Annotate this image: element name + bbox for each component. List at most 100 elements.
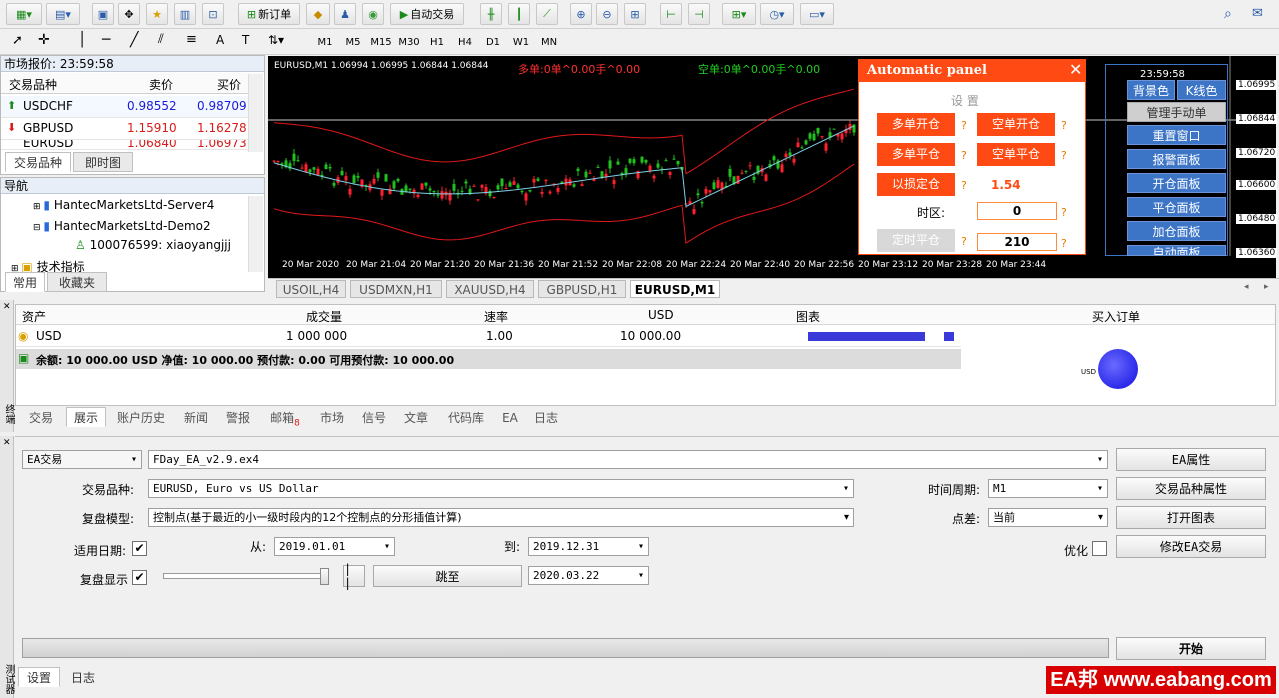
- open-chart-button[interactable]: 打开图表: [1116, 506, 1266, 529]
- market-row[interactable]: ⬆ USDCHF 0.98552 0.98709: [1, 96, 263, 118]
- tab-tick-chart[interactable]: 即时图: [73, 152, 133, 172]
- header-cell[interactable]: 图表: [796, 308, 820, 325]
- close-icon[interactable]: ✕: [1069, 60, 1082, 79]
- timeframe-m15-button[interactable]: M15: [368, 33, 394, 51]
- timeframe-h4-button[interactable]: H4: [452, 33, 478, 51]
- horizontal-line-icon[interactable]: ─: [102, 32, 110, 48]
- text-label-icon[interactable]: T: [242, 33, 249, 47]
- chart-tab[interactable]: XAUUSD,H4: [446, 280, 534, 298]
- signals-button[interactable]: ◉: [362, 3, 384, 25]
- ea-properties-button[interactable]: EA属性: [1116, 448, 1266, 471]
- new-order-button[interactable]: ⊞ 新订单: [238, 3, 300, 25]
- terminal-tab[interactable]: 文章: [396, 407, 436, 427]
- market-row[interactable]: EURUSD 1.06840 1.06973: [1, 140, 263, 150]
- symbol-select[interactable]: EURUSD, Euro vs US Dollar: [148, 479, 854, 498]
- timed-input[interactable]: 210: [977, 233, 1057, 251]
- people-button[interactable]: ♟: [334, 3, 356, 25]
- terminal-tab[interactable]: 新闻: [176, 407, 216, 427]
- text-icon[interactable]: A: [216, 33, 224, 47]
- timeframe-d1-button[interactable]: D1: [480, 33, 506, 51]
- slider-handle[interactable]: [320, 568, 329, 585]
- auto-panel-button[interactable]: 自动面板: [1127, 245, 1226, 256]
- use-date-checkbox[interactable]: ✔: [132, 541, 147, 556]
- timeframe-w1-button[interactable]: W1: [508, 33, 534, 51]
- jump-date-input[interactable]: 2020.03.22: [528, 566, 649, 585]
- arrow-icon[interactable]: ⇅▾: [268, 33, 284, 47]
- terminal-tab[interactable]: 展示: [66, 407, 106, 427]
- manage-manual-button[interactable]: 管理手动单: [1127, 102, 1226, 122]
- start-button[interactable]: 开始: [1116, 637, 1266, 660]
- add-panel-button[interactable]: 加仓面板: [1127, 221, 1226, 241]
- visual-checkbox[interactable]: ✔: [132, 570, 147, 585]
- sell-close-button[interactable]: 空单平仓: [977, 143, 1055, 166]
- tab-favorites[interactable]: 收藏夹: [47, 272, 107, 292]
- model-select[interactable]: 控制点(基于最近的小一级时段内的12个控制点的分形插值计算): [148, 508, 854, 527]
- bar-chart-button[interactable]: ╫: [480, 3, 502, 25]
- header-cell[interactable]: 资产: [22, 308, 46, 325]
- profiles-button[interactable]: ▤▾: [46, 3, 80, 25]
- help-icon[interactable]: ?: [1061, 206, 1067, 219]
- buy-close-button[interactable]: 多单平仓: [877, 143, 955, 166]
- header-cell[interactable]: USD: [648, 308, 674, 322]
- terminal-tab[interactable]: 警报: [218, 407, 258, 427]
- help-icon[interactable]: ?: [1061, 119, 1067, 132]
- period-select[interactable]: M1: [988, 479, 1108, 498]
- channel-icon[interactable]: ⫽: [158, 32, 164, 47]
- close-panel-button[interactable]: 平仓面板: [1127, 197, 1226, 217]
- market-watch-scrollbar[interactable]: [248, 74, 263, 152]
- navigator-scrollbar[interactable]: [248, 196, 263, 272]
- tab-common[interactable]: 常用: [5, 272, 45, 292]
- help-icon[interactable]: ?: [961, 235, 967, 248]
- chart-tab[interactable]: USDMXN,H1: [350, 280, 442, 298]
- spread-select[interactable]: 当前: [988, 508, 1108, 527]
- tree-item-server4[interactable]: ⊞ ▮ HantecMarketsLtd-Server4: [33, 198, 214, 212]
- buy-open-button[interactable]: 多单开仓: [877, 113, 955, 136]
- help-icon[interactable]: ?: [961, 119, 967, 132]
- terminal-tab[interactable]: 账户历史: [108, 407, 174, 427]
- data-window-button[interactable]: ✥: [118, 3, 140, 25]
- timed-close-button[interactable]: 定时平仓: [877, 229, 955, 252]
- ea-type-select[interactable]: EA交易: [22, 450, 142, 469]
- jump-button[interactable]: 跳至: [373, 565, 522, 587]
- metaeditor-button[interactable]: ◆: [306, 3, 330, 25]
- chat-icon[interactable]: ✉: [1252, 6, 1263, 21]
- templates-button[interactable]: ▭▾: [800, 3, 834, 25]
- col-symbol[interactable]: 交易品种: [9, 76, 57, 93]
- zoom-out-button[interactable]: ⊖: [596, 3, 618, 25]
- timeframe-m1-button[interactable]: M1: [312, 33, 338, 51]
- timeframe-mn-button[interactable]: MN: [536, 33, 562, 51]
- zoom-in-button[interactable]: ⊕: [570, 3, 592, 25]
- tabs-scroll-left-icon[interactable]: ◂: [1244, 282, 1249, 292]
- loss-close-button[interactable]: 以损定仓: [877, 173, 955, 196]
- market-row[interactable]: ⬇ GBPUSD 1.15910 1.16278: [1, 118, 263, 140]
- timezone-input[interactable]: 0: [977, 202, 1057, 220]
- sell-open-button[interactable]: 空单开仓: [977, 113, 1055, 136]
- chart-tab[interactable]: USOIL,H4: [276, 280, 346, 298]
- chart-shift-button[interactable]: ⊣: [688, 3, 710, 25]
- terminal-tab[interactable]: 市场: [312, 407, 352, 427]
- table-row[interactable]: ◉ USD 1 000 000 1.00 10 000.00: [16, 326, 961, 347]
- reset-window-button[interactable]: 重置窗口: [1127, 125, 1226, 145]
- chart-tab-active[interactable]: EURUSD,M1: [630, 280, 720, 298]
- header-cell[interactable]: 买入订单: [1092, 308, 1140, 325]
- terminal-tab[interactable]: EA: [496, 407, 524, 427]
- help-icon[interactable]: ?: [961, 179, 967, 192]
- open-panel-button[interactable]: 开仓面板: [1127, 173, 1226, 193]
- tabs-scroll-right-icon[interactable]: ▸: [1264, 282, 1269, 292]
- terminal-tab[interactable]: 日志: [526, 407, 566, 427]
- trend-line-icon[interactable]: ╱: [130, 32, 138, 48]
- optimize-checkbox[interactable]: [1092, 541, 1107, 556]
- auto-scroll-button[interactable]: ⊢: [660, 3, 682, 25]
- timeframe-m5-button[interactable]: M5: [340, 33, 366, 51]
- symbol-properties-button[interactable]: 交易品种属性: [1116, 477, 1266, 500]
- k-color-button[interactable]: K线色: [1177, 80, 1226, 100]
- navigator-button[interactable]: ★: [146, 3, 168, 25]
- terminal-tab[interactable]: 邮箱8: [260, 407, 310, 428]
- header-cell[interactable]: 成交量: [306, 308, 342, 325]
- line-chart-button[interactable]: ⟋: [536, 3, 558, 25]
- close-icon[interactable]: ✕: [3, 438, 11, 448]
- vertical-line-icon[interactable]: │: [78, 32, 86, 48]
- from-date-input[interactable]: 2019.01.01: [274, 537, 395, 556]
- to-date-input[interactable]: 2019.12.31: [528, 537, 649, 556]
- pause-button[interactable]: | |: [343, 562, 365, 590]
